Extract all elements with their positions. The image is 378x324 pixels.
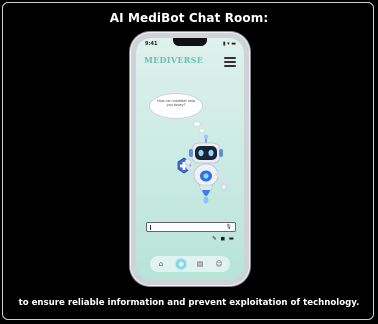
phone-notch <box>173 38 207 46</box>
bottom-nav: ⌂ ◉ ▤ ☺ <box>150 256 230 272</box>
robot-mascot-icon <box>177 134 228 204</box>
home-icon[interactable]: ⌂ <box>156 259 166 269</box>
status-icons: ▮ ▾ ▬ <box>222 41 236 47</box>
microphone-icon[interactable]: 🎙 <box>226 224 232 230</box>
hamburger-menu-icon[interactable] <box>224 57 236 67</box>
profile-icon[interactable]: ☺ <box>214 259 224 269</box>
phone-screen: 9:41 ▮ ▾ ▬ MEDIVERSE How can medibot hel… <box>136 38 244 280</box>
text-cursor <box>150 224 151 230</box>
bubble-text: How can medibot help you today? <box>156 99 196 108</box>
thought-dot <box>200 129 204 132</box>
phone-mockup: 9:41 ▮ ▾ ▬ MEDIVERSE How can medibot hel… <box>130 32 250 286</box>
chat-input[interactable]: 🎙 <box>146 222 236 232</box>
attachment-tools[interactable]: ✎ ◼ ▬ <box>212 236 235 242</box>
caption: to ensure reliable information and preve… <box>18 298 360 308</box>
chat-icon[interactable]: ◉ <box>176 259 186 269</box>
thought-dot <box>194 122 200 126</box>
status-time: 9:41 <box>145 41 158 47</box>
app-logo: MEDIVERSE <box>144 55 204 65</box>
headline: AI MediBot Chat Room: <box>109 11 269 25</box>
calendar-icon[interactable]: ▤ <box>195 259 205 269</box>
